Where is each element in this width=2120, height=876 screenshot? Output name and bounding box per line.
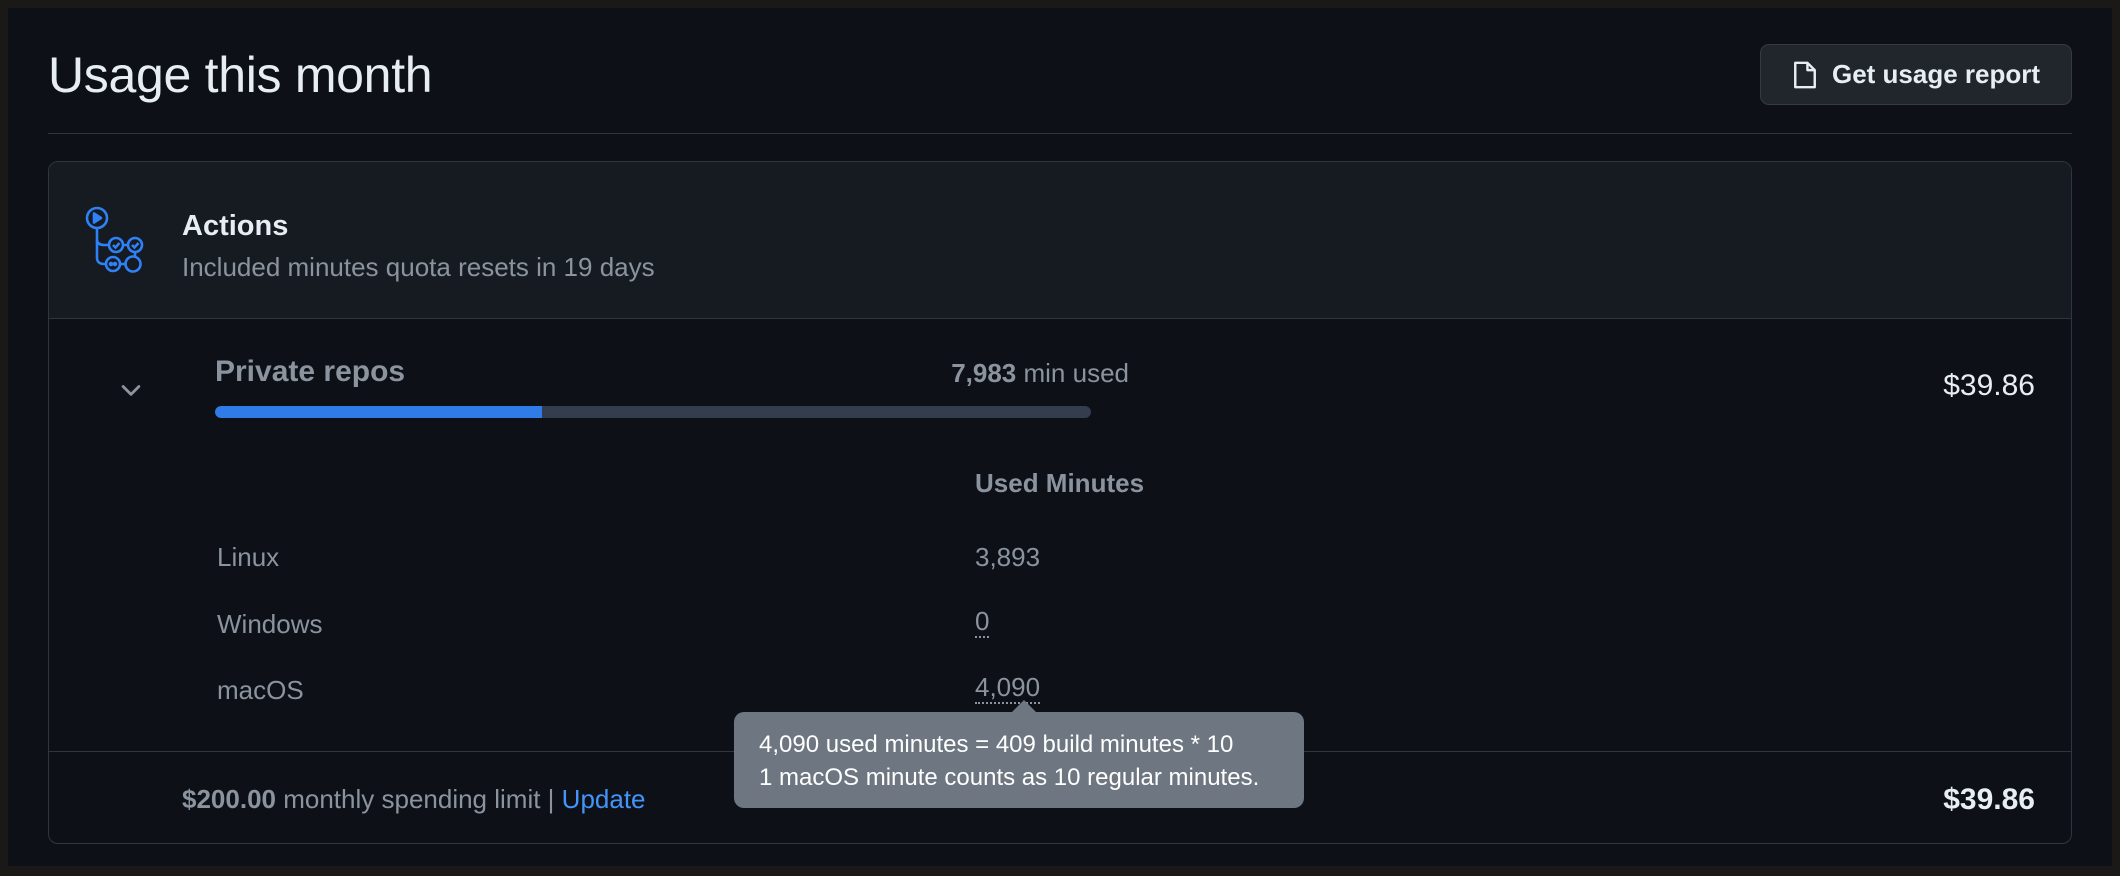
total-cost: $39.86 (1943, 783, 2035, 816)
minutes-used-suffix: min used (1023, 358, 1130, 388)
page-title: Usage this month (48, 47, 433, 103)
os-label-windows: Windows (217, 609, 323, 639)
page-header: Usage this month Get usage report (48, 44, 2072, 134)
file-icon (1794, 61, 1816, 88)
get-usage-report-label: Get usage report (1831, 59, 2041, 89)
minutes-used-summary: 7,983 min used (649, 358, 1129, 389)
actions-workflow-icon (85, 206, 144, 273)
actions-card-header: Actions Included minutes quota resets in… (49, 162, 2071, 319)
billing-page: Usage this month Get usage report Action… (8, 8, 2112, 866)
usage-progress-fill (215, 406, 542, 418)
tooltip-arrow (1012, 700, 1036, 712)
minutes-windows[interactable]: 0 (975, 606, 990, 638)
os-label-linux: Linux (217, 542, 280, 572)
quota-reset-text: Included minutes quota resets in 19 days (182, 252, 655, 282)
spending-limit-amount: $200.00 (182, 784, 276, 814)
private-repos-label: Private repos (215, 355, 406, 388)
private-repos-cost: $39.86 (1943, 369, 2035, 402)
macos-minutes-tooltip: 4,090 used minutes = 409 build minutes *… (734, 712, 1304, 808)
spending-limit-label: monthly spending limit | (283, 784, 555, 814)
tooltip-line-1: 4,090 used minutes = 409 build minutes *… (759, 731, 1234, 758)
minutes-used-value: 7,983 (951, 358, 1017, 388)
actions-title: Actions (182, 210, 289, 242)
tooltip-line-2: 1 macOS minute counts as 10 regular minu… (759, 764, 1260, 791)
usage-progress-bar (215, 406, 1091, 418)
minutes-linux: 3,893 (975, 542, 1041, 572)
chevron-down-icon[interactable] (117, 376, 145, 404)
used-minutes-column-header: Used Minutes (975, 468, 1145, 498)
spending-limit-text: $200.00 monthly spending limit | Update (182, 784, 646, 815)
update-spending-limit-link[interactable]: Update (562, 784, 646, 814)
get-usage-report-button[interactable]: Get usage report (1760, 44, 2072, 105)
os-label-macos: macOS (217, 675, 304, 705)
